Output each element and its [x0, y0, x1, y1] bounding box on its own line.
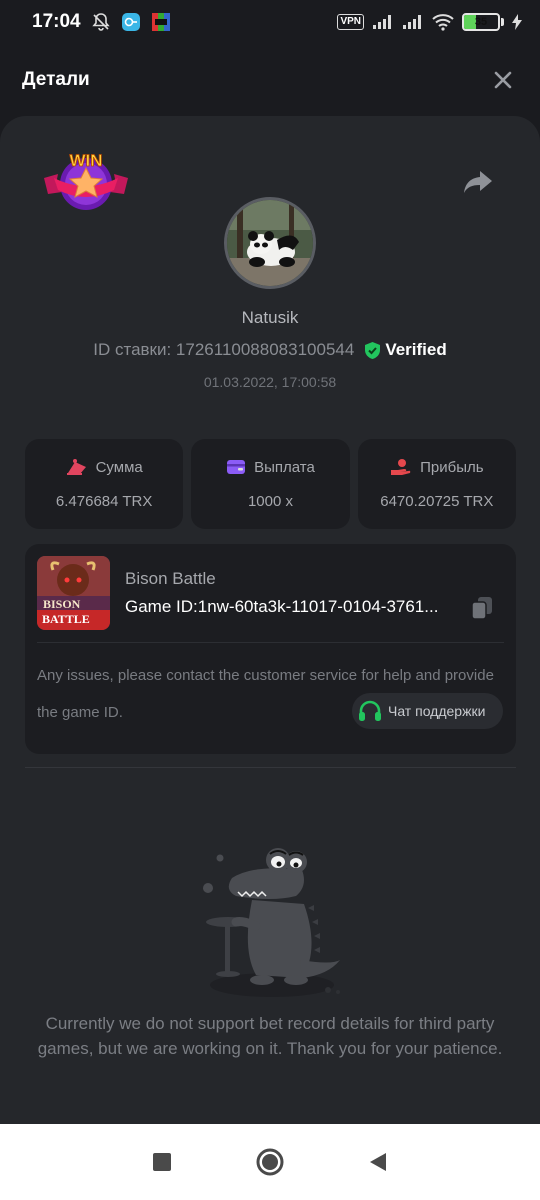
bet-id-line: ID ставки: 1726110088083100544 Verified — [0, 340, 540, 360]
share-button[interactable] — [462, 168, 494, 196]
status-time: 17:04 — [32, 11, 81, 32]
username: Natusik — [241, 308, 299, 327]
bet-id: ID ставки: 1726110088083100544 — [93, 340, 355, 359]
status-bar: 17:04 VPN 35 — [0, 0, 540, 44]
game-name: Bison Battle — [125, 569, 216, 588]
signal-icon — [402, 14, 424, 30]
recent-apps-button[interactable] — [148, 1148, 176, 1176]
header: Детали — [0, 44, 540, 116]
share-icon — [464, 171, 492, 193]
shield-check-icon — [365, 341, 381, 359]
copy-button[interactable] — [471, 596, 493, 620]
verified-label: Verified — [385, 340, 447, 359]
profit-hand-icon — [391, 459, 411, 475]
divider — [37, 642, 504, 643]
bet-date: 01.03.2022, 17:00:58 — [203, 374, 337, 390]
system-nav-bar — [0, 1124, 540, 1200]
wifi-icon — [432, 13, 454, 31]
stat-profit-value: 6470.20725 TRX — [380, 493, 494, 510]
stat-payout: Выплата 1000 x — [191, 439, 350, 529]
avatar — [224, 197, 316, 289]
verified-badge: Verified — [364, 340, 447, 360]
vpn-icon: VPN — [337, 14, 364, 30]
game-card: BISON BATTLE Bison Battle Game ID:1nw-60… — [25, 544, 516, 754]
wallet-icon — [227, 460, 246, 474]
close-icon — [494, 71, 512, 89]
stat-profit: Прибыль 6470.20725 TRX — [357, 439, 516, 529]
win-badge: WIN — [42, 148, 130, 214]
home-icon — [256, 1148, 284, 1176]
game-thumbnail[interactable]: BISON BATTLE — [37, 556, 110, 630]
svg-text:WIN: WIN — [69, 151, 102, 170]
crocodile-illustration — [192, 840, 352, 1010]
battery-icon: 35 — [462, 13, 504, 31]
cash-icon — [66, 459, 86, 475]
page-title: Детали — [22, 69, 90, 90]
home-button[interactable] — [256, 1148, 284, 1176]
divider — [25, 767, 516, 768]
game-id: Game ID:1nw-60ta3k-11017-0104-3761... — [125, 597, 439, 616]
support-chat-button[interactable]: Чат поддержки — [352, 693, 503, 729]
support-chat-label: Чат поддержки — [388, 703, 486, 719]
close-button[interactable] — [488, 65, 518, 95]
empty-state-message: Currently we do not support bet record d… — [37, 1014, 503, 1058]
signal-icon — [372, 14, 394, 30]
recent-apps-icon — [153, 1153, 171, 1171]
headset-icon — [359, 700, 381, 721]
back-icon — [370, 1153, 386, 1171]
svg-text:BISON: BISON — [43, 597, 81, 611]
charging-icon — [512, 14, 522, 30]
mute-bell-icon — [91, 12, 111, 32]
app-notification-icon — [121, 12, 141, 32]
svg-text:BATTLE: BATTLE — [42, 612, 90, 626]
copy-icon — [471, 597, 492, 620]
stat-payout-value: 1000 x — [247, 493, 294, 510]
stat-amount: Сумма 6.476684 TRX — [25, 439, 184, 529]
app-notification-icon — [151, 12, 171, 32]
stats-row: Сумма 6.476684 TRX Выплата 1000 x Прибыл… — [25, 439, 516, 529]
back-button[interactable] — [364, 1148, 392, 1176]
stat-amount-value: 6.476684 TRX — [55, 493, 153, 510]
